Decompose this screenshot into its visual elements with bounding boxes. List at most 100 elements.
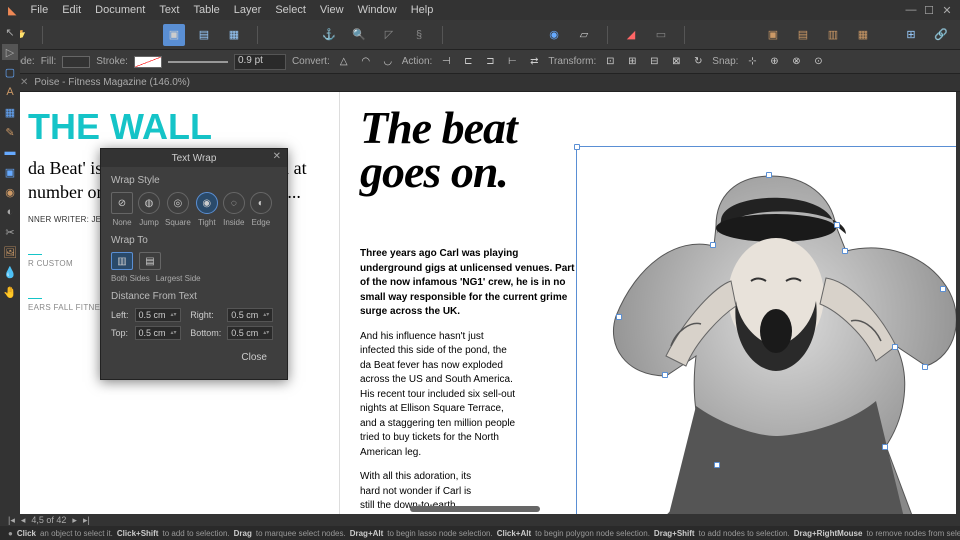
tool-wrap2-icon[interactable]: ▭ bbox=[650, 24, 672, 46]
menu-text[interactable]: Text bbox=[159, 4, 179, 17]
node-tool-icon[interactable]: ▷ bbox=[2, 44, 18, 60]
tf3-icon[interactable]: ⊟ bbox=[646, 54, 662, 70]
dialog-title: Text Wrap ✕ bbox=[101, 149, 287, 167]
action-close-icon[interactable]: ⊏ bbox=[460, 54, 476, 70]
menu-file[interactable]: File bbox=[30, 4, 48, 17]
convert-smart-icon[interactable]: ◡ bbox=[380, 54, 396, 70]
tool-clip-icon[interactable]: ▱ bbox=[573, 24, 595, 46]
pen-tool-icon[interactable]: ✎ bbox=[2, 124, 18, 140]
shape-tool-icon[interactable]: ▬ bbox=[2, 144, 18, 160]
tf4-icon[interactable]: ⊠ bbox=[668, 54, 684, 70]
wrap-jump-icon[interactable]: ◍ bbox=[138, 192, 160, 214]
tool-arrange4-icon[interactable]: ▦ bbox=[852, 24, 874, 46]
window-minimize-icon[interactable]: — bbox=[906, 5, 916, 15]
window-close-icon[interactable]: ✕ bbox=[942, 5, 952, 15]
toolbar: 📂 ▣ ▤ ▦ ⚓ 🔍 ◸ § ◉ ▱ ◢ ▭ ▣ ▤ ▥ ▦ ⊞ 🔗 bbox=[0, 20, 960, 50]
snap1-icon[interactable]: ⊹ bbox=[744, 54, 760, 70]
tool-section-icon[interactable]: § bbox=[408, 24, 430, 46]
text-wrap-dialog[interactable]: Text Wrap ✕ Wrap Style ⊘None ◍Jump ◎Squa… bbox=[100, 148, 288, 380]
menu-layer[interactable]: Layer bbox=[234, 4, 262, 17]
document-tab[interactable]: Poise - Fitness Magazine (146.0%) bbox=[34, 77, 190, 88]
body-p2: And his influence hasn't just infected t… bbox=[360, 330, 520, 461]
wrap-edge-icon[interactable]: ◐ bbox=[250, 192, 272, 214]
dist-top-input[interactable]: 0.5 cm▴▾ bbox=[135, 326, 181, 340]
app-logo-icon: ◣ bbox=[8, 4, 16, 17]
nav-first-icon[interactable]: |◂ bbox=[8, 515, 15, 526]
tool-corner-icon[interactable]: ◸ bbox=[378, 24, 400, 46]
snap2-icon[interactable]: ⊕ bbox=[766, 54, 782, 70]
left-headline: THE WALL bbox=[28, 106, 321, 148]
wrapto-largest-icon[interactable]: ▤ bbox=[139, 252, 161, 270]
horizontal-scrollbar[interactable] bbox=[410, 506, 540, 512]
dialog-close-button[interactable]: Close bbox=[241, 352, 267, 363]
nav-prev-icon[interactable]: ◂ bbox=[21, 515, 26, 526]
nav-last-icon[interactable]: ▸| bbox=[83, 515, 90, 526]
tf1-icon[interactable]: ⊡ bbox=[602, 54, 618, 70]
menu-edit[interactable]: Edit bbox=[62, 4, 81, 17]
tool-align-icon[interactable]: ⊞ bbox=[900, 24, 922, 46]
wrap-tight-icon[interactable]: ◉ bbox=[196, 192, 218, 214]
place-tool-icon[interactable]: 🖼 bbox=[2, 244, 18, 260]
snap3-icon[interactable]: ⊗ bbox=[788, 54, 804, 70]
tool-arrange1-icon[interactable]: ▣ bbox=[762, 24, 784, 46]
view-tool-icon[interactable]: 🤚 bbox=[2, 284, 18, 300]
opt-convert-label: Convert: bbox=[292, 56, 330, 67]
menu-help[interactable]: Help bbox=[411, 4, 434, 17]
right-panel-dock[interactable] bbox=[956, 92, 960, 514]
picture-frame-tool-icon[interactable]: ▣ bbox=[2, 164, 18, 180]
fill-swatch[interactable] bbox=[62, 56, 90, 68]
dist-right-input[interactable]: 0.5 cm▴▾ bbox=[227, 308, 273, 322]
action-smooth-icon[interactable]: ⊐ bbox=[482, 54, 498, 70]
convert-sharp-icon[interactable]: △ bbox=[336, 54, 352, 70]
stroke-preview bbox=[168, 61, 228, 63]
transparency-tool-icon[interactable]: ◐ bbox=[2, 204, 18, 220]
wrap-to-label: Wrap To bbox=[111, 235, 277, 246]
tool-arrange3-icon[interactable]: ▥ bbox=[822, 24, 844, 46]
photo-frame[interactable] bbox=[576, 146, 956, 514]
tool-baseline-icon[interactable]: ▤ bbox=[193, 24, 215, 46]
tool-anchor-icon[interactable]: ⚓ bbox=[318, 24, 340, 46]
distance-label: Distance From Text bbox=[111, 291, 277, 302]
vector-crop-tool-icon[interactable]: ✂ bbox=[2, 224, 18, 240]
window-maximize-icon[interactable]: ☐ bbox=[924, 5, 934, 15]
wrap-none-icon[interactable]: ⊘ bbox=[111, 192, 133, 214]
snap4-icon[interactable]: ⊙ bbox=[810, 54, 826, 70]
stroke-width-input[interactable]: 0.9 pt bbox=[234, 54, 286, 70]
statusbar: |◂ ◂ 4,5 of 42 ▸ ▸| bbox=[0, 514, 960, 526]
text-frame-tool-icon[interactable]: ▢ bbox=[2, 64, 18, 80]
tf5-icon[interactable]: ↻ bbox=[690, 54, 706, 70]
action-break-icon[interactable]: ⊣ bbox=[438, 54, 454, 70]
tool-arrange2-icon[interactable]: ▤ bbox=[792, 24, 814, 46]
wrapto-both-icon[interactable]: ▥ bbox=[111, 252, 133, 270]
nav-next-icon[interactable]: ▸ bbox=[72, 515, 77, 526]
menu-document[interactable]: Document bbox=[95, 4, 145, 17]
color-picker-tool-icon[interactable]: 💧 bbox=[2, 264, 18, 280]
dist-left-input[interactable]: 0.5 cm▴▾ bbox=[135, 308, 181, 322]
table-tool-icon[interactable]: ▦ bbox=[2, 104, 18, 120]
tool-fields-icon[interactable]: ▦ bbox=[223, 24, 245, 46]
dialog-close-icon[interactable]: ✕ bbox=[273, 151, 281, 162]
tool-wrap-icon[interactable]: ◢ bbox=[620, 24, 642, 46]
fill-tool-icon[interactable]: ◉ bbox=[2, 184, 18, 200]
convert-smooth-icon[interactable]: ◠ bbox=[358, 54, 374, 70]
wrap-inside-icon[interactable]: ◌ bbox=[223, 192, 245, 214]
action-reverse-icon[interactable]: ⇄ bbox=[526, 54, 542, 70]
menu-table[interactable]: Table bbox=[194, 4, 220, 17]
tool-preview-icon[interactable]: ◉ bbox=[543, 24, 565, 46]
action-join-icon[interactable]: ⊢ bbox=[504, 54, 520, 70]
tool-link-icon[interactable]: 🔗 bbox=[930, 24, 952, 46]
menu-window[interactable]: Window bbox=[358, 4, 397, 17]
dist-bottom-input[interactable]: 0.5 cm▴▾ bbox=[227, 326, 273, 340]
menu-view[interactable]: View bbox=[320, 4, 344, 17]
wrap-square-icon[interactable]: ◎ bbox=[167, 192, 189, 214]
tf2-icon[interactable]: ⊞ bbox=[624, 54, 640, 70]
wrap-style-label: Wrap Style bbox=[111, 175, 277, 186]
move-tool-icon[interactable]: ↖ bbox=[2, 24, 18, 40]
page-indicator[interactable]: 4,5 of 42 bbox=[31, 515, 66, 525]
tool-find-icon[interactable]: 🔍 bbox=[348, 24, 370, 46]
menu-select[interactable]: Select bbox=[275, 4, 306, 17]
context-toolbar: Node: Fill: Stroke: 0.9 pt Convert: △ ◠ … bbox=[0, 50, 960, 74]
art-text-tool-icon[interactable]: A bbox=[2, 84, 18, 100]
stroke-swatch[interactable] bbox=[134, 56, 162, 68]
tool-preflight-icon[interactable]: ▣ bbox=[163, 24, 185, 46]
